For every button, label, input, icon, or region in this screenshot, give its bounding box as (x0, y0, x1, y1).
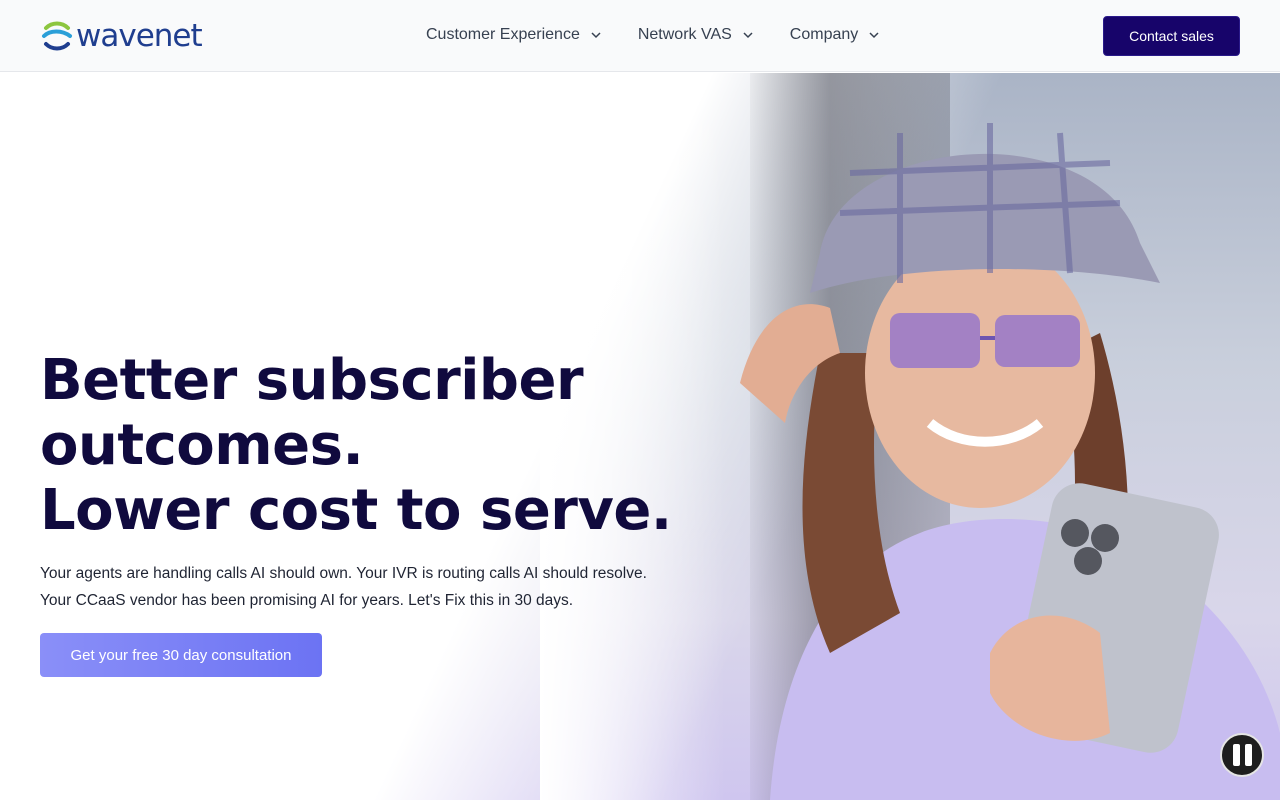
brand-name: wavenet (76, 18, 203, 54)
subtext-line-2: Your CCaaS vendor has been promising AI … (40, 592, 574, 609)
nav-item-label: Company (789, 26, 859, 43)
nav-item-label: Customer Experience (426, 26, 580, 43)
chevron-down-icon (743, 32, 753, 39)
subtext-line-1: Your agents are handling calls AI should… (40, 565, 647, 582)
nav-company[interactable]: Company (790, 26, 880, 44)
headline-line-3: Lower cost to serve. (40, 478, 672, 543)
free-consultation-button[interactable]: Get your free 30 day consultation (40, 633, 322, 677)
nav-item-label: Network VAS (637, 26, 732, 43)
headline-line-2: outcomes. (40, 413, 364, 478)
chevron-down-icon (591, 32, 601, 39)
hero-subtext: Your agents are handling calls AI should… (40, 560, 700, 614)
chevron-down-icon (869, 32, 879, 39)
wavenet-logo[interactable]: wavenet (40, 18, 203, 54)
hero-headline: Better subscriber outcomes. Lower cost t… (40, 348, 680, 543)
pause-video-button[interactable] (1220, 733, 1264, 777)
hero-section: Better subscriber outcomes. Lower cost t… (0, 73, 1280, 800)
pause-icon (1232, 744, 1240, 766)
main-nav: Customer Experience Network VAS Company (426, 24, 880, 46)
contact-sales-button[interactable]: Contact sales (1103, 16, 1240, 56)
headline-line-1: Better subscriber (40, 348, 584, 413)
pause-icon (1244, 744, 1252, 766)
nav-network-vas[interactable]: Network VAS (638, 26, 754, 44)
wave-logo-icon (42, 21, 72, 51)
nav-customer-experience[interactable]: Customer Experience (426, 26, 602, 44)
site-header: wavenet Customer Experience Network VAS … (0, 0, 1280, 72)
